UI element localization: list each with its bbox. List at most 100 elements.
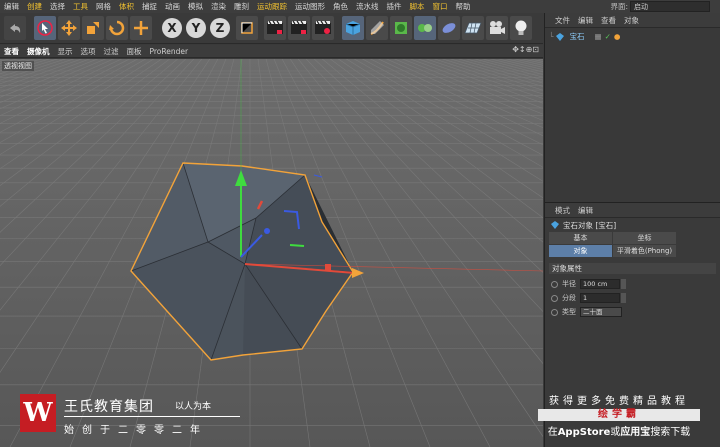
type-dropdown[interactable]: 二十面 bbox=[580, 307, 622, 317]
material-tag-icon[interactable]: ● bbox=[614, 32, 621, 41]
promo-line-3-c: 或 bbox=[610, 427, 621, 438]
pen-spline-icon[interactable] bbox=[366, 16, 388, 40]
x-axis-lock-button[interactable]: X bbox=[162, 18, 182, 38]
tab-object[interactable]: 对象 bbox=[549, 245, 612, 257]
move-icon[interactable] bbox=[58, 16, 80, 40]
brand-slogan: 以人为本 bbox=[175, 402, 212, 412]
menu-item-1[interactable]: 创建 bbox=[23, 1, 46, 12]
promo-line-3-b: AppStore bbox=[557, 427, 611, 438]
viewport-navigation-icons[interactable]: ✥↕⊕⊡ bbox=[512, 45, 539, 54]
menu-item-12[interactable]: 运动图形 bbox=[291, 1, 329, 12]
attributes-title: 宝石对象 [宝石] bbox=[545, 218, 720, 232]
undo-icon[interactable] bbox=[4, 16, 26, 40]
menu-item-2[interactable]: 选择 bbox=[46, 1, 69, 12]
object-name: 宝石 bbox=[569, 32, 585, 41]
segments-row: 分段 1 bbox=[545, 291, 720, 305]
array-generator-icon[interactable] bbox=[414, 16, 436, 40]
object-manager-menu: 文件 编辑 查看 对象 bbox=[545, 13, 720, 28]
viewport-menu-item-3[interactable]: 选项 bbox=[77, 46, 100, 57]
menu-item-11[interactable]: 运动跟踪 bbox=[253, 1, 291, 12]
menu-item-6[interactable]: 捕捉 bbox=[138, 1, 161, 12]
menu-item-13[interactable]: 角色 bbox=[329, 1, 352, 12]
perspective-viewport[interactable]: 透视视图 bbox=[0, 59, 543, 447]
menu-item-5[interactable]: 体积 bbox=[115, 1, 138, 12]
type-animate-radio[interactable] bbox=[551, 308, 558, 316]
type-label: 类型 bbox=[562, 308, 576, 316]
right-panel: 文件 编辑 查看 对象 └ 宝石 ▦ ✓ ● 模式 编辑 宝石对象 [宝石] 基本 坐标… bbox=[544, 13, 720, 447]
viewport-menu-item-1[interactable]: 摄像机 bbox=[23, 46, 54, 57]
radius-spinner[interactable] bbox=[621, 279, 626, 289]
menu-item-9[interactable]: 渲染 bbox=[207, 1, 230, 12]
layer-visibility-icon[interactable]: ▦ bbox=[595, 32, 602, 41]
coordinate-system-icon[interactable] bbox=[236, 16, 258, 40]
menu-item-17[interactable]: 窗口 bbox=[429, 1, 452, 12]
menu-item-3[interactable]: 工具 bbox=[69, 1, 92, 12]
menu-item-8[interactable]: 模拟 bbox=[184, 1, 207, 12]
select-arrow-icon[interactable] bbox=[34, 16, 56, 40]
object-menu-item-0[interactable]: 文件 bbox=[551, 15, 574, 26]
render-view-icon[interactable] bbox=[264, 16, 286, 40]
radius-label: 半径 bbox=[562, 280, 576, 288]
promo-app-name: 绘学霸 bbox=[538, 409, 700, 421]
radius-input[interactable]: 100 cm bbox=[580, 279, 620, 289]
viewport-menu-item-2[interactable]: 显示 bbox=[54, 46, 77, 57]
menu-item-14[interactable]: 流水线 bbox=[352, 1, 383, 12]
viewport-menu: ✥↕⊕⊡ 查看 摄像机 显示 选项 过滤 面板 ProRender bbox=[0, 45, 543, 58]
y-axis-lock-button[interactable]: Y bbox=[186, 18, 206, 38]
object-menu-item-1[interactable]: 编辑 bbox=[574, 15, 597, 26]
camera-icon[interactable] bbox=[486, 16, 508, 40]
viewport-label: 透视视图 bbox=[2, 61, 34, 71]
attributes-menu-item-0[interactable]: 模式 bbox=[551, 205, 574, 216]
viewport-scene[interactable] bbox=[0, 59, 543, 447]
object-row-gem[interactable]: └ 宝石 ▦ ✓ ● bbox=[549, 31, 717, 42]
segments-animate-radio[interactable] bbox=[551, 294, 558, 302]
promo-line-3-d: 应用宝 bbox=[620, 427, 651, 438]
tab-coordinates[interactable]: 坐标 bbox=[613, 232, 676, 244]
tab-phong[interactable]: 平滑着色(Phong) bbox=[613, 245, 676, 257]
promo-watermark: 获得更多免费精品教程 绘学霸 在AppStore或应用宝搜索下载 bbox=[538, 392, 700, 438]
menu-item-7[interactable]: 动画 bbox=[161, 1, 184, 12]
menu-item-15[interactable]: 插件 bbox=[383, 1, 406, 12]
promo-line-3: 在AppStore或应用宝搜索下载 bbox=[538, 423, 700, 438]
viewport-menu-item-4[interactable]: 过滤 bbox=[100, 46, 123, 57]
radius-animate-radio[interactable] bbox=[551, 280, 558, 288]
gem-object-icon bbox=[551, 221, 559, 229]
brand-logo: W bbox=[20, 394, 56, 432]
render-settings-icon[interactable] bbox=[312, 16, 334, 40]
subdivision-surface-icon[interactable] bbox=[390, 16, 412, 40]
main-toolbar: X Y Z bbox=[0, 13, 543, 44]
menu-item-16[interactable]: 脚本 bbox=[406, 1, 429, 12]
promo-line-1: 获得更多免费精品教程 bbox=[549, 396, 689, 407]
object-properties-section: 对象属性 bbox=[549, 263, 716, 274]
segments-spinner[interactable] bbox=[621, 293, 626, 303]
menu-item-0[interactable]: 编辑 bbox=[0, 1, 23, 12]
layout-label: 界面: bbox=[610, 2, 628, 11]
transform-icon[interactable] bbox=[130, 16, 152, 40]
gem-object-icon bbox=[555, 32, 564, 41]
menu-item-18[interactable]: 帮助 bbox=[452, 1, 475, 12]
brand-divider bbox=[64, 416, 240, 417]
viewport-menu-item-0[interactable]: 查看 bbox=[0, 46, 23, 57]
render-picture-viewer-icon[interactable] bbox=[288, 16, 310, 40]
rotate-icon[interactable] bbox=[106, 16, 128, 40]
floor-icon[interactable] bbox=[462, 16, 484, 40]
cube-primitive-icon[interactable] bbox=[342, 16, 364, 40]
menu-item-4[interactable]: 网格 bbox=[92, 1, 115, 12]
tree-branch-icon: └ bbox=[549, 32, 554, 41]
object-menu-item-2[interactable]: 查看 bbox=[597, 15, 620, 26]
viewport-menu-item-5[interactable]: 面板 bbox=[123, 46, 146, 57]
object-menu-item-3[interactable]: 对象 bbox=[620, 15, 643, 26]
layout-select[interactable]: 启动 bbox=[630, 1, 710, 12]
enabled-check-icon[interactable]: ✓ bbox=[605, 32, 611, 41]
scale-icon[interactable] bbox=[82, 16, 104, 40]
light-bulb-icon[interactable] bbox=[510, 16, 532, 40]
object-manager-tree[interactable]: └ 宝石 ▦ ✓ ● bbox=[545, 28, 720, 203]
tab-basic[interactable]: 基本 bbox=[549, 232, 612, 244]
menu-item-10[interactable]: 雕刻 bbox=[230, 1, 253, 12]
promo-line-3-e: 搜索下载 bbox=[650, 427, 691, 438]
viewport-menu-item-6[interactable]: ProRender bbox=[146, 47, 193, 56]
z-axis-lock-button[interactable]: Z bbox=[210, 18, 230, 38]
segments-input[interactable]: 1 bbox=[580, 293, 620, 303]
attributes-menu-item-1[interactable]: 编辑 bbox=[574, 205, 597, 216]
deformer-icon[interactable] bbox=[438, 16, 460, 40]
